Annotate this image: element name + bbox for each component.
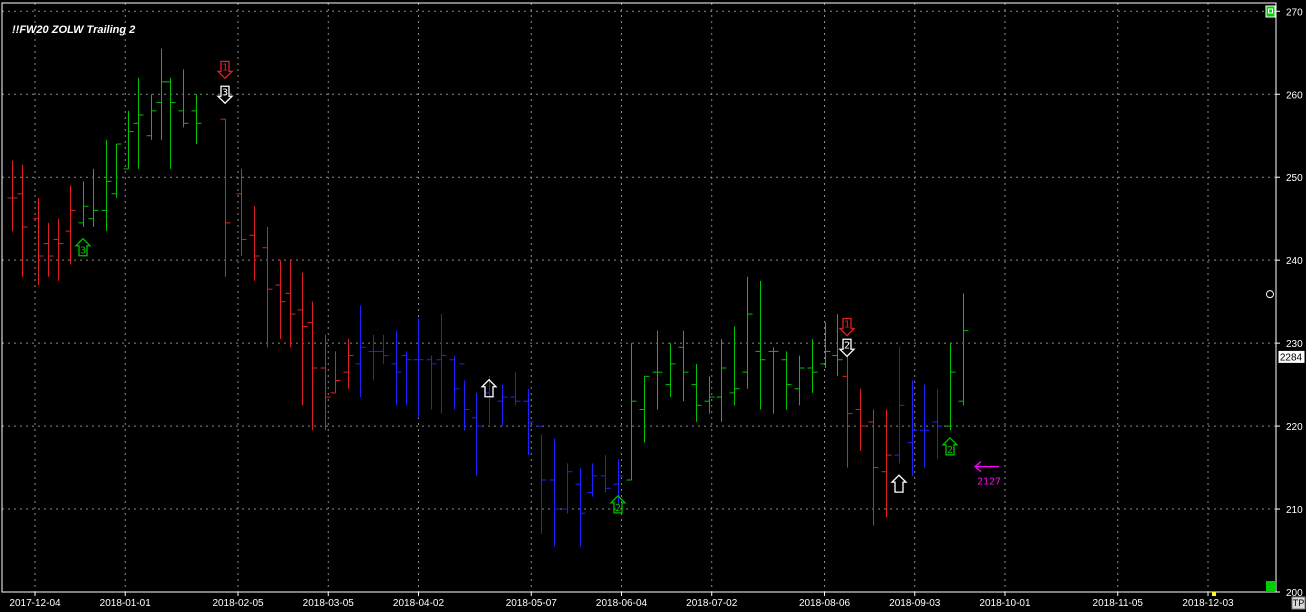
chart-title: !!FW20 ZOLW Trailing 2 — [12, 24, 135, 36]
target-value-label: 2127 — [977, 477, 1001, 488]
signal-label: 2 — [947, 445, 953, 456]
signal-label: 3 — [222, 87, 228, 98]
signal-label: 2 — [615, 503, 621, 514]
x-tick-label: 2018-08-06 — [799, 598, 851, 609]
y-tick-label: 210 — [1286, 505, 1303, 516]
signal-label: 3 — [80, 246, 86, 257]
x-tick-label: 2018-02-05 — [212, 598, 264, 609]
time-cursor-marker — [1212, 592, 1216, 596]
y-tick-label: 270 — [1286, 7, 1303, 18]
chart-container: 3 1 3 2 1 2 2 2127 200 210 220 230 240 250 260 270 2017… — [0, 0, 1306, 612]
price-bar-chart[interactable]: 31321222127 2002102202302402502602702017… — [0, 0, 1306, 612]
y-tick-label: 240 — [1286, 256, 1303, 267]
y-tick-label: 250 — [1286, 173, 1303, 184]
x-tick-label: 2018-11-05 — [1093, 598, 1144, 609]
last-price-marker: 2284 — [1277, 349, 1306, 364]
chart-background — [0, 0, 1306, 612]
last-price-label: 2284 — [1280, 352, 1303, 363]
x-tick-label: 2018-01-01 — [100, 598, 152, 609]
tp-corner-label: TP — [1293, 598, 1305, 608]
scroll-bottom-handle[interactable] — [1266, 581, 1275, 592]
x-tick-label: 2018-04-02 — [393, 598, 445, 609]
y-tick-label: 230 — [1286, 339, 1303, 350]
x-tick-label: 2018-09-03 — [889, 598, 941, 609]
x-tick-label: 2018-07-02 — [686, 598, 738, 609]
x-tick-label: 2018-05-07 — [506, 598, 558, 609]
scroll-top-handle[interactable] — [1265, 5, 1276, 18]
signal-label: 2 — [844, 340, 850, 351]
x-tick-label: 2018-10-01 — [979, 598, 1031, 609]
signal-label: 1 — [844, 320, 850, 331]
y-tick-label: 220 — [1286, 422, 1303, 433]
x-tick-label: 2017-12-04 — [9, 598, 61, 609]
y-tick-label: 260 — [1286, 90, 1303, 101]
x-tick-label: 2018-06-04 — [596, 598, 648, 609]
x-tick-label: 2018-03-05 — [303, 598, 355, 609]
x-tick-label: 2018-12-03 — [1182, 598, 1234, 609]
signal-label: 1 — [222, 62, 228, 73]
